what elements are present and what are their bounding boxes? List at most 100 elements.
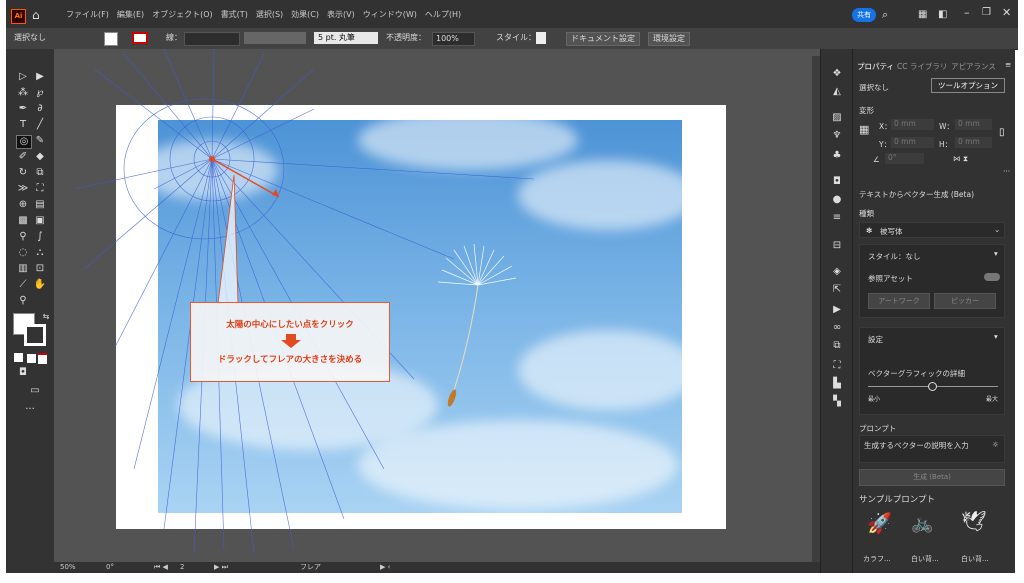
measure-tool-icon[interactable]: ∫ (33, 231, 47, 243)
lightbulb-icon[interactable]: ☼ (992, 440, 999, 449)
actions-icon[interactable]: ▶ (831, 305, 843, 315)
stroke-color-icon[interactable] (24, 324, 46, 346)
tab-properties[interactable]: プロパティ (857, 61, 894, 72)
links-icon[interactable]: ∞ (831, 323, 843, 333)
canvas-area[interactable]: 太陽の中心にしたい点をクリック ドラックしてフレアの大きさを決める (54, 49, 820, 562)
home-icon[interactable]: ⌂ (32, 8, 40, 22)
more-options-icon[interactable]: ··· (1003, 167, 1010, 176)
next-page-icon[interactable]: ▶ ⏭ (214, 562, 228, 573)
menu-help[interactable]: ヘルプ(H) (425, 9, 461, 20)
free-transform-tool-icon[interactable]: ⛶ (33, 183, 47, 195)
flip-icon[interactable]: ⋈ ⧗ (953, 154, 968, 164)
scale-tool-icon[interactable]: ⧉ (33, 167, 47, 179)
style-swatch[interactable] (536, 32, 546, 44)
text-to-vector-heading[interactable]: テキストからベクター生成 (Beta) (859, 189, 974, 200)
selection-tool-icon[interactable]: ▷ (16, 71, 30, 83)
image-trace-icon[interactable]: ▨ (831, 113, 843, 123)
reference-point-icon[interactable]: ▦ (859, 123, 869, 136)
rocket-sample-icon[interactable]: 🚀 (867, 511, 892, 535)
rotate-view[interactable]: 0° (106, 562, 114, 573)
artboard-tool-icon[interactable]: ⊡ (33, 263, 47, 275)
y-input[interactable]: 0 mm (891, 137, 934, 148)
more-tools-icon[interactable]: ··· (23, 404, 37, 416)
slice-tool-icon[interactable]: ⟋ (16, 279, 30, 291)
rotate-tool-icon[interactable]: ↻ (16, 167, 30, 179)
zoom-tool-icon[interactable]: ⚲ (16, 295, 30, 307)
eyedropper-tool-icon[interactable]: ⚲ (16, 231, 30, 243)
symbols-icon[interactable]: ♣ (831, 151, 843, 161)
angle-input[interactable]: 0° (885, 153, 924, 164)
properties-icon[interactable]: ❖ (831, 69, 843, 79)
lasso-tool-icon[interactable]: ℘ (33, 87, 47, 99)
first-page-icon[interactable]: ⏮ ◀ (154, 562, 168, 573)
magic-wand-tool-icon[interactable]: ⁂ (16, 87, 30, 99)
tab-cc-libraries[interactable]: CC ライブラリ (897, 61, 947, 72)
preferences-button[interactable]: 環境設定 (648, 32, 690, 46)
page-number[interactable]: 2 (180, 562, 184, 573)
gradient-tool-icon[interactable]: ▣ (33, 215, 47, 227)
stroke-weight-input[interactable] (184, 32, 240, 46)
draw-mode-icon[interactable]: ◘ (16, 367, 30, 379)
settings-caret-icon[interactable]: ▾ (994, 332, 998, 341)
gradient-mode-icon[interactable] (26, 353, 37, 364)
document-setup-button[interactable]: ドキュメント設定 (566, 32, 640, 46)
brush-select[interactable]: 5 pt. 丸筆 (314, 32, 378, 44)
menu-type[interactable]: 書式(T) (221, 9, 248, 20)
direct-selection-tool-icon[interactable]: ▶ (33, 71, 47, 83)
paintbrush-tool-icon[interactable]: ✎ (33, 135, 47, 147)
color-mode-icon[interactable] (14, 353, 23, 362)
shape-builder-tool-icon[interactable]: ⊕ (16, 199, 30, 211)
stroke-swatch[interactable] (132, 32, 148, 44)
screen-mode-icon[interactable]: ▭ (28, 385, 42, 397)
symbol-sprayer-tool-icon[interactable]: ⛬ (33, 247, 47, 259)
pen-tool-icon[interactable]: ✒ (16, 103, 30, 115)
zoom-level[interactable]: 50% (60, 562, 76, 573)
maximize-icon[interactable]: ❐ (982, 7, 991, 18)
picker-button[interactable]: ピッカー (934, 293, 996, 309)
constrain-link-icon[interactable]: ▯ (999, 127, 1005, 138)
flare-tool-icon[interactable]: ◎ (16, 135, 32, 149)
type-dropdown[interactable]: ✻ 被写体 ⌄ (859, 222, 1005, 238)
none-mode-icon[interactable] (38, 353, 47, 364)
style-caret-icon[interactable]: ▾ (994, 249, 998, 258)
x-input[interactable]: 0 mm (891, 119, 934, 130)
close-icon[interactable]: ✕ (1002, 6, 1011, 19)
panel-menu-icon[interactable]: ≡ (1005, 60, 1011, 69)
transform-icon[interactable]: ⛶ (831, 361, 843, 371)
appearance-icon[interactable]: ● (831, 195, 843, 205)
variable-width-profile[interactable] (244, 32, 306, 44)
w-input[interactable]: 0 mm (955, 119, 992, 130)
workspace-icon[interactable]: ◧ (938, 9, 947, 20)
prompt-input[interactable]: 生成するベクターの説明を入力 ☼ (859, 435, 1005, 463)
settings-label[interactable]: 設定 (868, 334, 883, 345)
libraries-icon[interactable]: ◭ (831, 87, 843, 97)
bicycle-sample-icon[interactable]: 🚲 (911, 513, 933, 534)
tool-options-button[interactable]: ツールオプション (931, 78, 1005, 93)
generate-button[interactable]: 生成 (Beta) (859, 469, 1005, 486)
perspective-grid-tool-icon[interactable]: ▤ (33, 199, 47, 211)
h-input[interactable]: 0 mm (955, 137, 992, 148)
brushes-icon[interactable]: ♆ (831, 131, 843, 141)
menu-edit[interactable]: 編集(E) (117, 9, 144, 20)
search-icon[interactable]: ⌕ (882, 8, 888, 22)
tab-appearance[interactable]: アピアランス (951, 61, 996, 72)
shaper-tool-icon[interactable]: ✐ (16, 151, 30, 163)
menu-object[interactable]: オブジェクト(O) (152, 9, 213, 20)
fill-swatch[interactable] (104, 32, 118, 46)
layers-icon[interactable]: ◈ (831, 267, 843, 277)
export-icon[interactable]: ⇱ (831, 285, 843, 295)
graphic-styles-icon[interactable]: ▙ (831, 379, 843, 389)
column-graph-tool-icon[interactable]: ▥ (16, 263, 30, 275)
type-tool-icon[interactable]: T (16, 119, 30, 131)
align-icon[interactable]: ≡ (831, 213, 843, 223)
width-tool-icon[interactable]: ≫ (16, 183, 30, 195)
horizontal-scroll-icon[interactable]: ▶ ‹ (380, 562, 390, 573)
swatches-icon[interactable]: ▚ (831, 397, 843, 407)
artwork-button[interactable]: アートワーク (868, 293, 930, 309)
eraser-tool-icon[interactable]: ◆ (33, 151, 47, 163)
menu-window[interactable]: ウィンドウ(W) (363, 9, 417, 20)
detail-slider-handle[interactable] (928, 382, 937, 391)
reference-asset-toggle[interactable] (984, 273, 1000, 281)
menu-select[interactable]: 選択(S) (256, 9, 283, 20)
menu-view[interactable]: 表示(V) (327, 9, 355, 20)
